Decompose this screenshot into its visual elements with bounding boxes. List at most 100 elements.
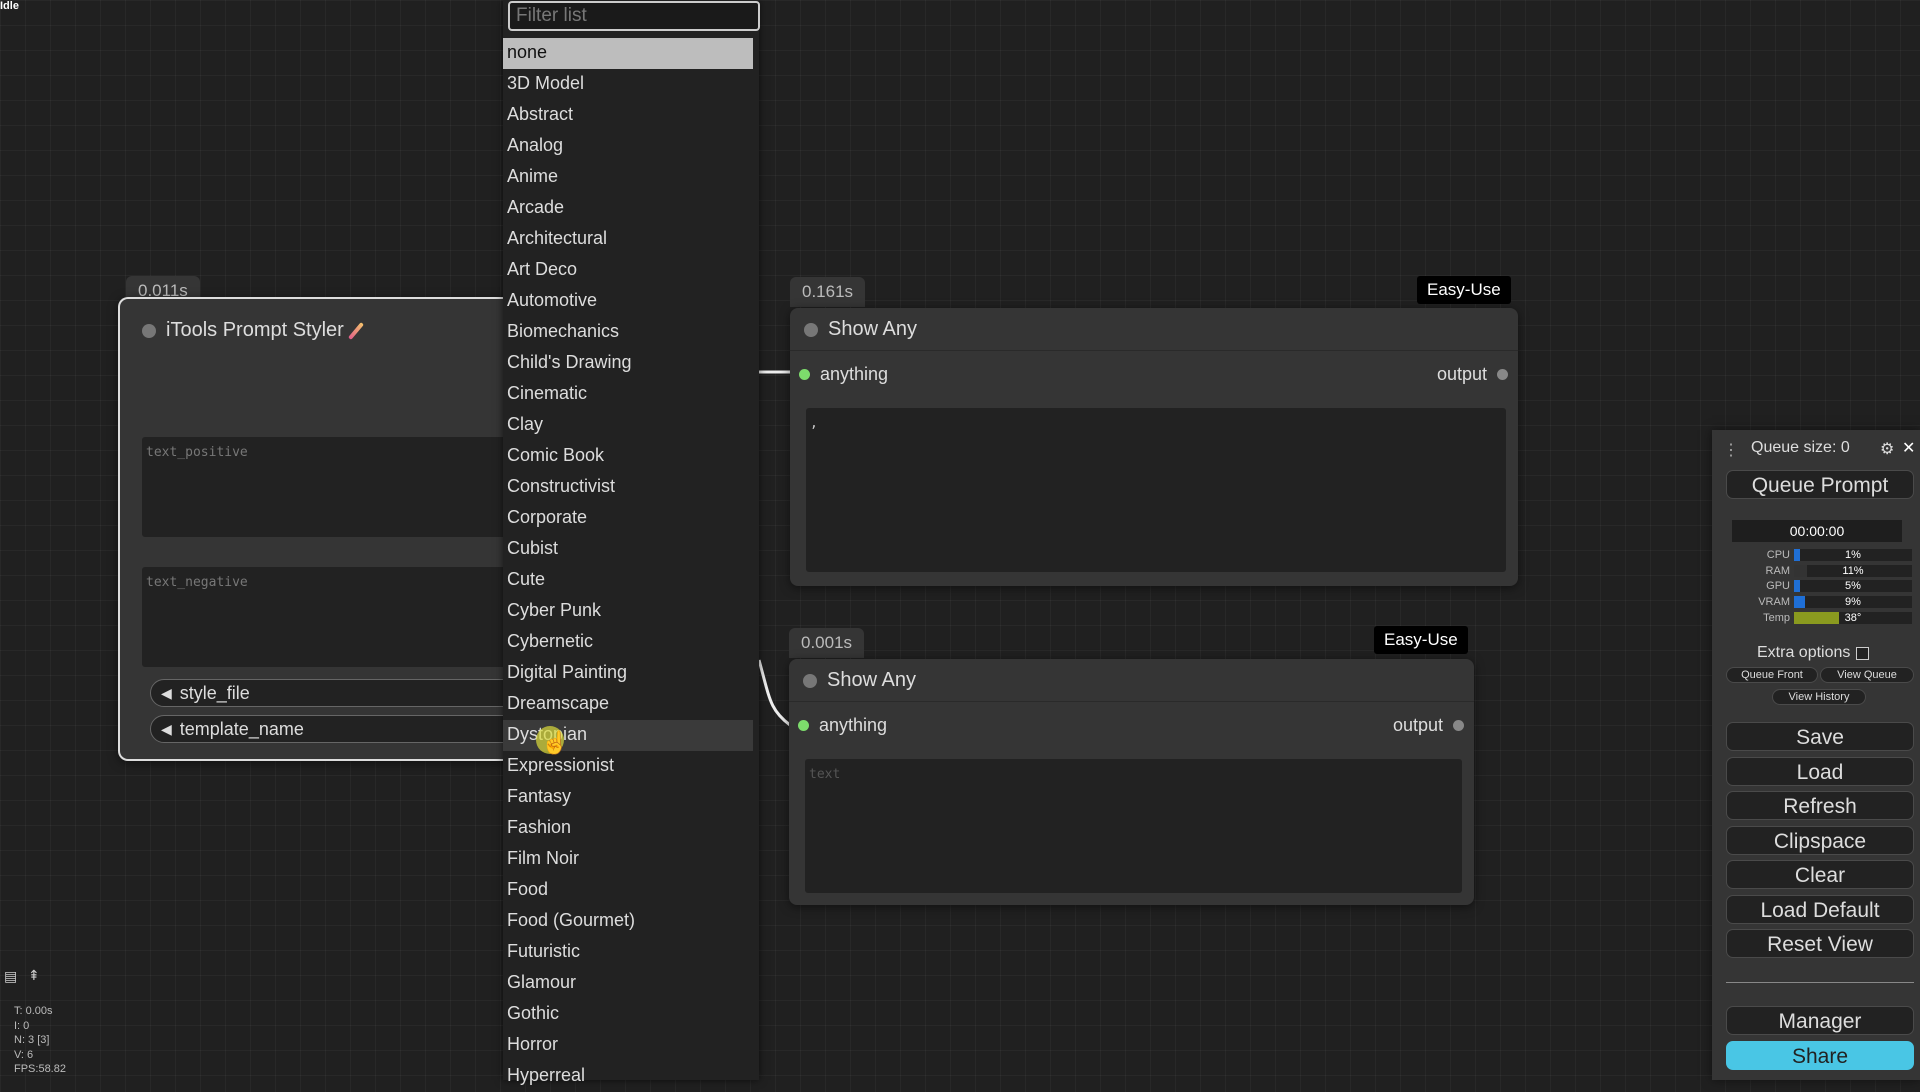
dropdown-item[interactable]: Dreamscape: [503, 689, 759, 720]
dropdown-item[interactable]: Film Noir: [503, 844, 759, 875]
style-file-combo[interactable]: ◀ style_file: [150, 679, 530, 707]
extra-options-checkbox[interactable]: [1856, 646, 1870, 660]
dropdown-item[interactable]: Digital Painting: [503, 658, 759, 689]
prompt-styler-node[interactable]: iTools Prompt Styler text_positive text_…: [118, 297, 530, 761]
template-name-combo[interactable]: ◀ template_name: [150, 715, 530, 743]
dropdown-item[interactable]: Cybernetic: [503, 627, 759, 658]
node-title-text: Show Any: [827, 669, 916, 691]
monitor-row: Temp 38°: [1752, 611, 1912, 625]
dropdown-item[interactable]: none: [503, 38, 753, 69]
input-slot-dot[interactable]: [799, 369, 810, 380]
widget-label: style_file: [179, 682, 250, 703]
left-arrow-icon[interactable]: ◀: [161, 685, 172, 702]
gear-icon[interactable]: ⚙: [1880, 439, 1894, 459]
left-arrow-icon[interactable]: ◀: [161, 721, 172, 738]
dropdown-item[interactable]: Clay: [503, 410, 759, 441]
monitor-row: VRAM 9%: [1752, 596, 1912, 609]
style-dropdown-list[interactable]: none3D ModelAbstractAnalogAnimeArcadeArc…: [503, 0, 760, 1085]
dropdown-item[interactable]: 3D Model: [503, 69, 759, 100]
dropdown-item[interactable]: Biomechanics: [503, 317, 759, 348]
node-collapse-dot[interactable]: [803, 673, 817, 688]
node-collapse-dot[interactable]: [142, 323, 156, 338]
side-menu-panel: ⋮ Queue size: 0 ⚙ ✕ Queue Prompt 00:00:0…: [1712, 430, 1920, 1080]
display-text-field[interactable]: ,: [806, 408, 1506, 572]
dropdown-item[interactable]: Architectural: [503, 224, 759, 255]
dropdown-item[interactable]: Food: [503, 875, 759, 906]
dropdown-item[interactable]: Constructivist: [503, 472, 759, 503]
stat-line: T: 0.00s: [14, 1005, 53, 1017]
view-queue-button[interactable]: View Queue: [1820, 667, 1914, 683]
input-slot-dot[interactable]: [798, 720, 809, 731]
widget-label: template_name: [179, 718, 304, 739]
manager-button[interactable]: Manager: [1726, 1006, 1914, 1035]
node-title: Show Any: [804, 318, 917, 341]
monitor-row: GPU 5%: [1752, 580, 1912, 593]
output-slot[interactable]: output: [1437, 364, 1508, 385]
dropdown-item[interactable]: Cyber Punk: [503, 596, 759, 627]
stat-line: I: 0: [14, 1019, 30, 1032]
input-slot[interactable]: anything: [799, 364, 888, 385]
output-label: output: [1392, 715, 1443, 735]
dropdown-item[interactable]: Glamour: [503, 968, 759, 999]
show-any-node[interactable]: Show Any anything output text: [789, 659, 1474, 905]
node-title-text: Show Any: [828, 318, 917, 340]
dropdown-item[interactable]: Fantasy: [503, 782, 759, 813]
dropdown-item[interactable]: Corporate: [503, 503, 759, 534]
node-title-text: iTools Prompt Styler: [166, 319, 344, 341]
dropdown-item[interactable]: Cubist: [503, 534, 759, 565]
refresh-button[interactable]: Refresh: [1726, 791, 1914, 820]
text-negative-field[interactable]: text_negative: [142, 567, 522, 667]
queue-front-button[interactable]: Queue Front: [1726, 667, 1818, 683]
filter-list-input[interactable]: [508, 1, 760, 31]
drag-handle-icon[interactable]: ⋮: [1723, 440, 1739, 460]
dropdown-item[interactable]: Gothic: [503, 999, 759, 1030]
node-collapse-dot[interactable]: [804, 322, 818, 337]
dropdown-item[interactable]: Food (Gourmet): [503, 906, 759, 937]
dropdown-item[interactable]: Child's Drawing: [503, 348, 759, 379]
queue-size-label: Queue size: 0: [1751, 439, 1850, 456]
share-button[interactable]: Share: [1726, 1041, 1914, 1070]
input-label: anything: [820, 364, 889, 384]
dropdown-item[interactable]: Hyperreal: [503, 1061, 759, 1092]
output-slot-dot[interactable]: [1497, 369, 1508, 380]
canvas-stats: T: 0.00s I: 0 N: 3 [3] V: 6 FPS:58.82: [14, 1004, 66, 1077]
dropdown-item[interactable]: Art Deco: [503, 255, 759, 286]
node-title: Show Any: [803, 669, 916, 692]
hand-cursor-icon: ☝: [541, 730, 569, 755]
dropdown-item[interactable]: Automotive: [503, 286, 759, 317]
clear-button[interactable]: Clear: [1726, 860, 1914, 889]
load-default-button[interactable]: Load Default: [1726, 894, 1914, 924]
monitor-label: RAM: [1765, 564, 1790, 577]
dropdown-item[interactable]: Cinematic: [503, 379, 759, 410]
dropdown-item[interactable]: Horror: [503, 1030, 759, 1061]
clipspace-button[interactable]: Clipspace: [1726, 825, 1914, 855]
monitor-row: RAM 11%: [1752, 564, 1912, 578]
view-history-button[interactable]: View History: [1772, 689, 1866, 705]
list-icon[interactable]: ▤: [4, 968, 17, 985]
dropdown-item[interactable]: Fashion: [503, 813, 759, 844]
dropdown-item[interactable]: Anime: [503, 162, 759, 193]
monitor-label: CPU: [1766, 549, 1790, 561]
text-positive-field[interactable]: text_positive: [142, 437, 522, 537]
output-slot-dot[interactable]: [1453, 720, 1464, 731]
dropdown-item[interactable]: Arcade: [503, 193, 759, 224]
dropdown-item[interactable]: Comic Book: [503, 441, 759, 472]
load-button[interactable]: Load: [1726, 756, 1914, 786]
reset-view-button[interactable]: Reset View: [1726, 929, 1914, 958]
dropdown-item[interactable]: Abstract: [503, 100, 759, 131]
dropdown-item[interactable]: Cute: [503, 565, 759, 596]
monitor-value: 11%: [1842, 564, 1864, 577]
stat-line: FPS:58.82: [14, 1063, 66, 1075]
stat-line: N: 3 [3]: [14, 1034, 50, 1046]
pin-icon[interactable]: ⇞: [28, 967, 40, 984]
dropdown-item[interactable]: Futuristic: [503, 937, 759, 968]
save-button[interactable]: Save: [1726, 722, 1914, 751]
display-text-field[interactable]: text: [805, 759, 1462, 893]
close-icon[interactable]: ✕: [1902, 438, 1915, 458]
show-any-node[interactable]: Show Any anything output ,: [790, 308, 1518, 586]
monitor-label: GPU: [1766, 580, 1790, 593]
dropdown-item[interactable]: Analog: [503, 131, 759, 162]
queue-prompt-button[interactable]: Queue Prompt: [1726, 470, 1914, 499]
output-slot[interactable]: output: [1393, 715, 1464, 736]
input-slot[interactable]: anything: [798, 715, 887, 736]
